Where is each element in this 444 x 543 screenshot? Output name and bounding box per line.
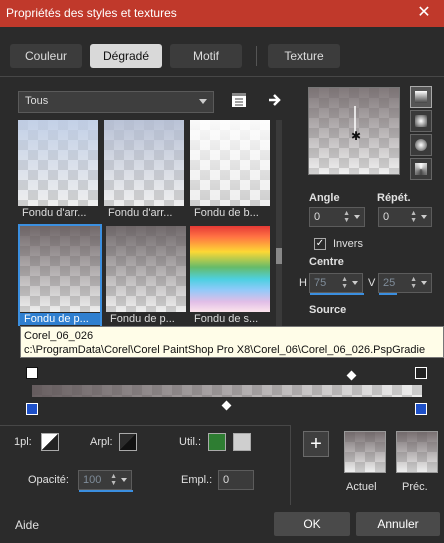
divider [0, 76, 444, 77]
sunburst-style-button[interactable] [410, 134, 432, 156]
arpl-label: Arpl: [90, 436, 113, 448]
location-input[interactable]: 0 [218, 470, 254, 490]
tab-couleur[interactable]: Couleur [10, 44, 82, 68]
divider [0, 425, 290, 426]
midpoint-diamond-top[interactable] [346, 370, 357, 381]
scrollbar-thumb[interactable] [276, 248, 282, 264]
gradient-name: Fondu de s... [194, 313, 259, 325]
end-stop-bottom[interactable] [415, 403, 427, 415]
tooltip-path: c:\ProgramData\Corel\Corel PaintShop Pro… [24, 344, 426, 356]
previous-label: Préc. [402, 481, 428, 493]
gradient-name: Fondu de p... [110, 313, 175, 325]
angle-handle-icon[interactable]: ✱ [309, 88, 401, 176]
add-swatch-button[interactable]: + [303, 431, 329, 457]
value-underline [379, 293, 397, 295]
tab-degrade[interactable]: Dégradé [90, 44, 162, 68]
close-button[interactable]: ✕ [406, 2, 442, 24]
linear-style-button[interactable] [410, 86, 432, 108]
chevron-down-icon[interactable] [354, 215, 360, 219]
angle-label: Angle [309, 192, 340, 204]
tooltip: Corel_06_026 c:\ProgramData\Corel\Corel … [20, 326, 444, 358]
util-label: Util.: [179, 436, 201, 448]
value-underline [310, 293, 364, 295]
chevron-down-icon [199, 99, 207, 104]
source-label: Source [309, 304, 347, 316]
invert-checkbox[interactable]: ✓ [314, 238, 326, 250]
gradient-tile[interactable]: Fondu d'arr... [18, 120, 98, 220]
user-color-swatch-2[interactable] [233, 433, 251, 451]
gradient-tile[interactable]: Fondu d'arr... [104, 120, 184, 220]
rectangular-style-button[interactable] [410, 110, 432, 132]
help-button[interactable]: Aide [15, 518, 39, 532]
filter-value: Tous [25, 95, 49, 107]
opacity-input[interactable]: 100 ▲ ▼ [78, 470, 133, 492]
tab-texture[interactable]: Texture [268, 44, 340, 68]
spin-arrows-icon[interactable]: ▲ ▼ [341, 276, 348, 290]
center-v-input[interactable]: 25 ▲ ▼ [378, 273, 432, 295]
end-stop-top[interactable] [415, 367, 427, 379]
chevron-down-icon[interactable] [352, 281, 358, 285]
repeat-label: Répét. [377, 192, 411, 204]
gradient-tile[interactable]: Fondu de s... [190, 226, 270, 326]
spin-arrows-icon[interactable]: ▲ ▼ [110, 473, 117, 487]
center-h-input[interactable]: 75 ▲ ▼ [309, 273, 364, 295]
radial-style-button[interactable] [410, 158, 432, 180]
invert-label: Invers [333, 238, 363, 250]
chevron-down-icon[interactable] [121, 478, 127, 482]
opacity-label: Opacité: [28, 474, 69, 486]
arrow-right-icon[interactable] [266, 91, 286, 111]
tooltip-title: Corel_06_026 [24, 330, 94, 342]
foreground-stop-top[interactable] [26, 367, 38, 379]
library-scrollbar[interactable] [276, 120, 282, 326]
window-title: Propriétés des styles et textures [6, 6, 177, 20]
start-stop-bottom[interactable] [26, 403, 38, 415]
empl-label: Empl.: [181, 474, 213, 486]
gradient-preview[interactable]: ✱ [308, 87, 400, 175]
library-menu-icon[interactable] [230, 91, 250, 111]
title-bar: Propriétés des styles et textures [0, 0, 444, 27]
v-label: V [368, 277, 376, 289]
repeat-input[interactable]: 0 ▲ ▼ [378, 207, 432, 227]
spin-arrows-icon[interactable]: ▲ ▼ [410, 210, 417, 224]
foreground-stop-swatch[interactable] [41, 433, 59, 451]
svg-text:✱: ✱ [351, 129, 361, 143]
gradient-name: Fondu de b... [194, 207, 259, 219]
filter-dropdown[interactable]: Tous [18, 91, 214, 113]
gradient-name: Fondu d'arr... [108, 207, 173, 219]
tab-motif[interactable]: Motif [170, 44, 242, 68]
current-label: Actuel [346, 481, 377, 493]
chevron-down-icon[interactable] [421, 281, 427, 285]
value-underline [79, 490, 133, 492]
gradient-tile[interactable]: Fondu de p... [106, 226, 186, 326]
chevron-down-icon[interactable] [421, 215, 427, 219]
gradient-library: Fondu d'arr... Fondu d'arr... Fondu de b… [18, 120, 270, 326]
previous-swatch[interactable] [396, 431, 438, 473]
midpoint-diamond-bottom[interactable] [221, 400, 232, 411]
center-label: Centre [309, 256, 344, 268]
spin-arrows-icon[interactable]: ▲ ▼ [343, 210, 350, 224]
gradient-name: Fondu d'arr... [22, 207, 87, 219]
h-label: H [299, 277, 307, 289]
gradient-name: Fondu de p... [20, 313, 100, 325]
gradient-tile-selected[interactable]: Fondu de p... [18, 224, 102, 326]
angle-input[interactable]: 0 ▲ ▼ [309, 207, 365, 227]
user-color-swatch[interactable] [208, 433, 226, 451]
current-swatch[interactable] [344, 431, 386, 473]
divider-vertical [290, 425, 291, 505]
tab-separator [256, 46, 257, 66]
gradient-editor-bar[interactable] [32, 385, 422, 397]
gradient-tile[interactable]: Fondu de b... [190, 120, 270, 220]
fp-label: 1pl: [14, 436, 32, 448]
ok-button[interactable]: OK [274, 512, 350, 536]
background-stop-swatch[interactable] [119, 433, 137, 451]
cancel-button[interactable]: Annuler [356, 512, 440, 536]
spin-arrows-icon[interactable]: ▲ ▼ [410, 276, 417, 290]
